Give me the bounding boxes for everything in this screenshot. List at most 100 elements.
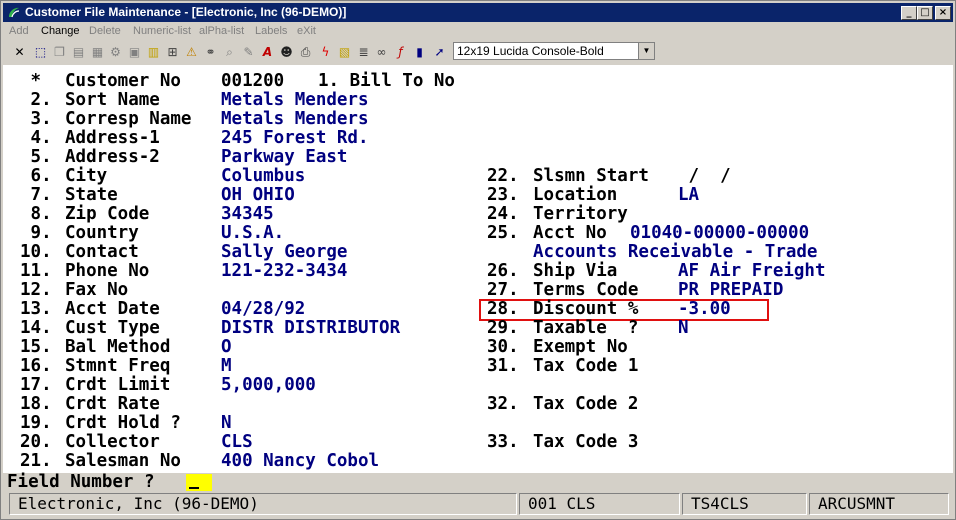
field-value: 5,000,000: [221, 375, 316, 395]
book-icon[interactable]: ▮: [411, 43, 428, 61]
warning-icon[interactable]: ⚠: [183, 43, 200, 61]
field-label: Crdt Limit: [65, 375, 171, 395]
field-value: N: [221, 413, 232, 433]
field-number: 23.: [487, 185, 519, 205]
field-number: 14.: [20, 318, 52, 338]
field-number: 28.: [487, 299, 519, 319]
field-number: 9.: [20, 223, 52, 243]
text-cursor: [189, 487, 199, 489]
binoculars-icon[interactable]: ⚭: [202, 43, 219, 61]
field-number: 6.: [20, 166, 52, 186]
field-value: -3.00: [678, 299, 731, 319]
lookup-icon[interactable]: ⊞: [164, 43, 181, 61]
chevron-down-icon[interactable]: ▼: [638, 43, 654, 59]
field-number: 29.: [487, 318, 519, 338]
minimize-button[interactable]: _: [901, 6, 917, 20]
window-title: Customer File Maintenance - [Electronic,…: [25, 5, 347, 19]
field-number: 20.: [20, 432, 52, 452]
pointer-help-icon[interactable]: ➚: [431, 43, 448, 61]
field-label: Slsmn Start: [533, 166, 649, 186]
menu-numeric-list[interactable]: Numeric-list: [133, 25, 191, 37]
menu-exit[interactable]: eXit: [297, 25, 316, 37]
field-number: 32.: [487, 394, 519, 414]
field-number: 15.: [20, 337, 52, 357]
field-label: Salesman No: [65, 451, 181, 471]
field-value: OH OHIO: [221, 185, 295, 205]
menu-bar: Add Change Delete Numeric-list alPha-lis…: [3, 24, 953, 40]
list-icon[interactable]: ≣: [355, 43, 372, 61]
field-label: Acct Date: [65, 299, 160, 319]
menu-add[interactable]: Add: [9, 25, 29, 37]
status-program: ARCUSMNT: [809, 493, 949, 515]
field-value: LA: [678, 185, 700, 205]
settings-icon[interactable]: ⚙: [107, 43, 124, 61]
paste-special-icon[interactable]: ▦: [89, 43, 106, 61]
font-select-value: 12x19 Lucida Console-Bold: [457, 44, 604, 58]
field-value: N: [678, 318, 689, 338]
field-label: Collector: [65, 432, 160, 452]
field-number-input[interactable]: [186, 474, 212, 491]
field-label: Fax No: [65, 280, 129, 300]
zoom-icon[interactable]: ⌕: [221, 43, 238, 61]
close-button[interactable]: ×: [935, 6, 951, 20]
maximize-button[interactable]: □: [917, 6, 933, 20]
calc-icon[interactable]: ▧: [336, 43, 353, 61]
field-label: Stmnt Freq: [65, 356, 171, 376]
paste-icon[interactable]: ▤: [70, 43, 87, 61]
field-label: Tax Code 1: [533, 356, 639, 376]
field-label: Exempt No: [533, 337, 628, 357]
field-label: Discount %: [533, 299, 639, 319]
status-user: 001 CLS: [519, 493, 680, 515]
menu-alpha-list[interactable]: alPha-list: [199, 25, 244, 37]
field-value: 121-232-3434: [221, 261, 348, 281]
field-label: Address-2: [65, 147, 160, 167]
field-number: 25.: [487, 223, 519, 243]
field-value: 04/28/92: [221, 299, 306, 319]
field-number: 31.: [487, 356, 519, 376]
edit-icon[interactable]: ✎: [240, 43, 257, 61]
field-label: City: [65, 166, 108, 186]
menu-delete[interactable]: Delete: [89, 25, 121, 37]
field-value: Metals Menders: [221, 90, 369, 110]
function-icon[interactable]: ƒ: [392, 43, 409, 61]
field-value: DISTR DISTRIBUTOR: [221, 318, 401, 338]
main-window: Customer File Maintenance - [Electronic,…: [0, 0, 956, 520]
field-label: State: [65, 185, 118, 205]
field-label: Contact: [65, 242, 139, 262]
font-icon[interactable]: A: [259, 43, 276, 61]
status-company: Electronic, Inc (96-DEMO): [9, 493, 517, 515]
field-number: 5.: [20, 147, 52, 167]
menu-change[interactable]: Change: [41, 25, 80, 37]
field-label: Tax Code 2: [533, 394, 639, 414]
field-value: Parkway East: [221, 147, 348, 167]
user-icon[interactable]: ☻: [278, 43, 295, 61]
field-value: Metals Menders: [221, 109, 369, 129]
copy-icon[interactable]: ❐: [51, 43, 68, 61]
field-number: 2.: [20, 90, 52, 110]
field-label: Territory: [533, 204, 628, 224]
field-number: 17.: [20, 375, 52, 395]
printer-icon[interactable]: ⎙: [297, 43, 314, 61]
link-icon[interactable]: ∞: [373, 43, 390, 61]
field-label: Country: [65, 223, 139, 243]
disk-icon[interactable]: ▣: [126, 43, 143, 61]
field-value: 001200: [221, 71, 285, 91]
field-label: Corresp Name: [65, 109, 192, 129]
field-value: O: [221, 337, 232, 357]
field-value: 400 Nancy Cobol: [221, 451, 380, 471]
field-number: 26.: [487, 261, 519, 281]
field-number: 30.: [487, 337, 519, 357]
title-bar[interactable]: Customer File Maintenance - [Electronic,…: [3, 3, 953, 22]
notepad-icon[interactable]: ▥: [145, 43, 162, 61]
field-number: 10.: [20, 242, 52, 262]
terminal-screen[interactable]: * Customer No 001200 1. Bill To No 2. Sort N…: [3, 65, 953, 473]
flash-icon[interactable]: ϟ: [317, 43, 334, 61]
select-icon[interactable]: ⬚: [32, 43, 49, 61]
field-value: / /: [678, 166, 731, 186]
field-number: 13.: [20, 299, 52, 319]
field-label: Location: [533, 185, 618, 205]
field-value: AF Air Freight: [678, 261, 826, 281]
menu-labels[interactable]: Labels: [255, 25, 287, 37]
font-select[interactable]: 12x19 Lucida Console-Bold ▼: [453, 42, 655, 60]
close-icon[interactable]: ✕: [11, 43, 28, 61]
